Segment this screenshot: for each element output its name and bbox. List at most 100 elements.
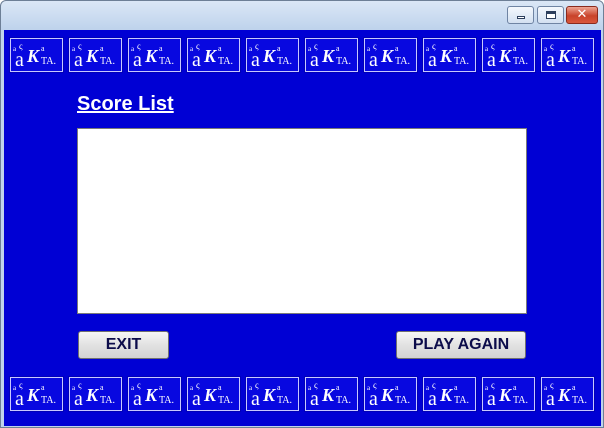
svg-text:TA.: TA.	[277, 56, 292, 67]
svg-text:TA.: TA.	[395, 395, 410, 406]
svg-text:TA.: TA.	[218, 56, 233, 67]
svg-text:a: a	[546, 49, 555, 71]
svg-text:TA.: TA.	[395, 56, 410, 67]
svg-text:TA.: TA.	[572, 395, 587, 406]
logo-tile: a ς a Ka TA.	[481, 376, 536, 412]
logo-tile: a ς a Ka TA.	[481, 37, 536, 73]
logo-tile: a ς a Ka TA.	[422, 376, 477, 412]
play-again-button[interactable]: PLAY AGAIN	[396, 331, 526, 359]
logo-tile: a ς a Ka TA.	[245, 37, 300, 73]
svg-text:a: a	[159, 383, 163, 392]
svg-text:K: K	[439, 46, 454, 66]
game-client-area: a ς a Ka TA. a ς a Ka TA. a ς a Ka TA. a ς a Ka TA. a ς a Ka TA.…	[4, 30, 601, 426]
svg-text:a: a	[310, 49, 319, 71]
svg-text:a: a	[454, 383, 458, 392]
aka-logo-icon: a ςa KaTA.	[72, 380, 115, 410]
svg-text:K: K	[262, 385, 277, 405]
svg-text:a: a	[192, 388, 201, 410]
svg-text:a: a	[395, 383, 399, 392]
svg-text:a: a	[336, 44, 340, 53]
svg-text:a: a	[395, 44, 399, 53]
svg-text:K: K	[498, 385, 513, 405]
svg-text:TA.: TA.	[218, 395, 233, 406]
score-list-box[interactable]	[77, 128, 527, 314]
svg-text:TA.: TA.	[159, 395, 174, 406]
svg-text:K: K	[321, 46, 336, 66]
minimize-icon	[517, 16, 525, 19]
logo-tile: a ς a Ka TA.	[245, 376, 300, 412]
svg-text:a: a	[277, 383, 281, 392]
minimize-button[interactable]	[507, 6, 534, 24]
svg-text:a: a	[513, 383, 517, 392]
aka-logo-icon: a ςa KaTA.	[249, 380, 292, 410]
svg-text:K: K	[26, 46, 41, 66]
svg-text:a: a	[74, 49, 83, 71]
svg-text:a: a	[159, 44, 163, 53]
svg-text:a: a	[133, 388, 142, 410]
aka-logo-icon: a ςa KaTA.	[308, 380, 351, 410]
svg-text:TA.: TA.	[513, 56, 528, 67]
aka-logo-icon: a ςa KaTA.	[544, 41, 587, 71]
svg-text:TA.: TA.	[336, 56, 351, 67]
svg-text:K: K	[262, 46, 277, 66]
svg-text:a: a	[15, 49, 24, 71]
logo-tile: a ς a Ka TA.	[9, 37, 64, 73]
svg-text:a: a	[310, 388, 319, 410]
svg-text:a: a	[487, 388, 496, 410]
aka-logo-icon: a ςa KaTA.	[544, 380, 587, 410]
aka-logo-icon: a ςa KaTA.	[72, 41, 115, 71]
svg-text:a: a	[369, 388, 378, 410]
aka-logo-icon: a ςa KaTA.	[190, 380, 233, 410]
svg-text:K: K	[439, 385, 454, 405]
svg-text:a: a	[546, 388, 555, 410]
logo-tile: a ς a Ka TA.	[186, 37, 241, 73]
svg-text:TA.: TA.	[41, 56, 56, 67]
logo-tile: a ς a Ka TA.	[540, 37, 595, 73]
aka-logo-icon: a ςa KaTA.	[13, 380, 56, 410]
svg-text:a: a	[100, 44, 104, 53]
close-button[interactable]: ✕	[566, 6, 598, 24]
logo-tile: a ς a Ka TA.	[363, 37, 418, 73]
logo-tile: a ς a Ka TA.	[363, 376, 418, 412]
logo-tile: a ς a Ka TA.	[68, 37, 123, 73]
svg-text:K: K	[380, 46, 395, 66]
svg-text:a: a	[41, 383, 45, 392]
svg-text:a: a	[369, 49, 378, 71]
svg-text:a: a	[454, 44, 458, 53]
svg-text:K: K	[557, 385, 572, 405]
score-list-title: Score List	[77, 93, 174, 115]
svg-text:K: K	[203, 385, 218, 405]
svg-text:K: K	[380, 385, 395, 405]
app-window: ✕ a ς a Ka TA. a ς a Ka TA. a ς a Ka TA. a ς a Ka TA. a ς a Ka T…	[0, 0, 604, 428]
svg-text:TA.: TA.	[100, 56, 115, 67]
aka-logo-icon: a ςa KaTA.	[426, 380, 469, 410]
svg-text:TA.: TA.	[277, 395, 292, 406]
svg-text:a: a	[428, 388, 437, 410]
svg-text:a: a	[218, 383, 222, 392]
logo-tile: a ς a Ka TA.	[540, 376, 595, 412]
svg-text:a: a	[100, 383, 104, 392]
maximize-icon	[546, 11, 556, 19]
svg-text:a: a	[572, 383, 576, 392]
title-bar[interactable]: ✕	[1, 1, 603, 29]
aka-logo-icon: a ςa KaTA.	[131, 41, 174, 71]
svg-text:K: K	[498, 46, 513, 66]
svg-text:a: a	[572, 44, 576, 53]
svg-text:TA.: TA.	[454, 56, 469, 67]
exit-button[interactable]: EXIT	[78, 331, 169, 359]
svg-text:K: K	[144, 385, 159, 405]
close-icon: ✕	[576, 7, 588, 22]
aka-logo-icon: a ςa KaTA.	[308, 41, 351, 71]
svg-text:a: a	[192, 49, 201, 71]
aka-logo-icon: a ςa KaTA.	[13, 41, 56, 71]
svg-text:TA.: TA.	[159, 56, 174, 67]
aka-logo-icon: a ςa KaTA.	[249, 41, 292, 71]
svg-text:K: K	[144, 46, 159, 66]
maximize-button[interactable]	[537, 6, 564, 24]
aka-logo-icon: a ςa KaTA.	[485, 41, 528, 71]
logo-tile: a ς a Ka TA.	[186, 376, 241, 412]
svg-text:a: a	[133, 49, 142, 71]
logo-tile: a ς a Ka TA.	[9, 376, 64, 412]
svg-text:a: a	[277, 44, 281, 53]
svg-text:a: a	[487, 49, 496, 71]
